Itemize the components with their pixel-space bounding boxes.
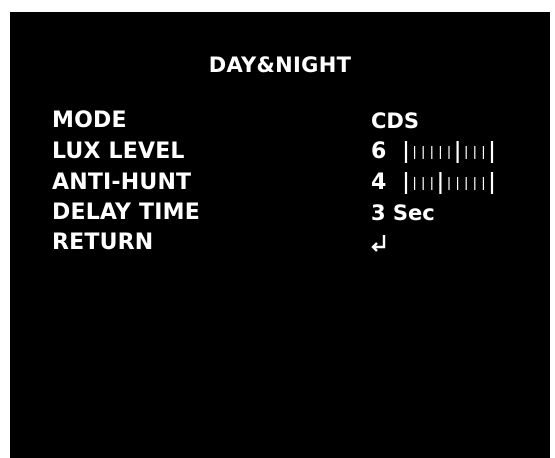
menu-item-label: MODE [52,108,127,133]
anti-hunt-bar-graphic [404,172,494,194]
menu-item-label: ANTI-HUNT [52,170,192,195]
lux-level-bar-graphic [404,141,494,163]
anti-hunt-value[interactable]: 4 [371,168,386,198]
lux-level-value[interactable]: 6 [371,137,386,167]
menu-item-lux-level[interactable]: LUX LEVEL 6 [52,137,522,167]
menu-item-label: LUX LEVEL [52,139,185,164]
menu-title: DAY&NIGHT [208,53,352,77]
menu-item-delay-time[interactable]: DELAY TIME 3 Sec [52,198,522,228]
menu-item-mode[interactable]: MODE CDS [52,106,522,136]
mode-value[interactable]: CDS [371,106,419,136]
menu-item-anti-hunt[interactable]: ANTI-HUNT 4 [52,168,522,198]
menu-item-label: RETURN [52,230,154,255]
lux-level-ticks [404,141,494,163]
return-arrow-icon[interactable] [370,232,390,252]
lux-level-slider[interactable] [403,140,495,164]
delay-time-value[interactable]: 3 Sec [371,198,435,228]
menu-item-label: DELAY TIME [52,200,200,225]
menu-item-return[interactable]: RETURN [52,228,522,258]
anti-hunt-ticks [404,172,494,194]
anti-hunt-slider[interactable] [403,171,495,195]
osd-menu-screen: DAY&NIGHT MODE CDS LUX LEVEL 6 ANTI-HUNT… [10,12,550,458]
